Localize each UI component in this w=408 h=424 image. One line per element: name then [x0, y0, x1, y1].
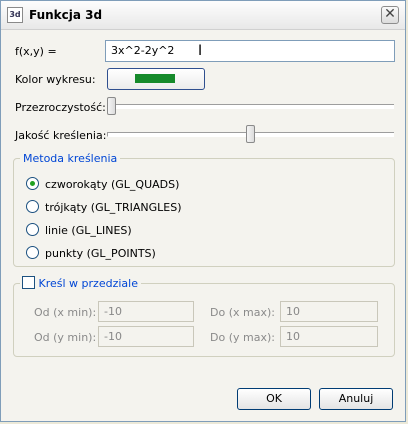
method-group-title: Metoda kreślenia — [20, 152, 121, 165]
function-label: f(x,y) = — [15, 45, 57, 58]
transparency-track[interactable] — [107, 104, 394, 109]
radio-points-label[interactable]: punkty (GL_POINTS) — [45, 247, 156, 260]
radio-points[interactable] — [26, 246, 39, 259]
range-checkbox[interactable] — [22, 276, 35, 289]
y-min-label: Od (y min): — [34, 331, 97, 344]
y-min-input[interactable]: -10 — [98, 326, 194, 347]
y-max-input[interactable]: 10 — [280, 326, 378, 347]
ok-button[interactable]: OK — [237, 388, 311, 410]
range-checkbox-label[interactable]: Kreśl w przedziale — [39, 277, 138, 290]
dialog-window: 3d Funkcja 3d ✕ f(x,y) = 3x^2-2y^2 I Kol… — [0, 0, 406, 422]
color-swatch — [135, 74, 175, 83]
radio-triangles[interactable] — [26, 200, 39, 213]
y-max-label: Do (y max): — [210, 331, 275, 344]
title-bar[interactable]: 3d Funkcja 3d ✕ — [1, 1, 405, 30]
radio-quads[interactable] — [26, 177, 39, 190]
radio-lines-label[interactable]: linie (GL_LINES) — [45, 224, 132, 237]
cancel-button[interactable]: Anuluj — [319, 388, 393, 410]
window-title: Funkcja 3d — [29, 8, 103, 22]
transparency-label: Przezroczystość: — [15, 101, 106, 114]
radio-triangles-label[interactable]: trójkąty (GL_TRIANGLES) — [45, 201, 182, 214]
x-min-input[interactable]: -10 — [98, 301, 194, 322]
range-group-title[interactable]: Kreśl w przedziale — [20, 276, 141, 290]
x-max-input[interactable]: 10 — [280, 301, 378, 322]
x-min-label: Od (x min): — [34, 306, 97, 319]
x-max-label: Do (x max): — [210, 306, 275, 319]
radio-quads-label[interactable]: czworokąty (GL_QUADS) — [45, 178, 179, 191]
function-input[interactable]: 3x^2-2y^2 — [105, 40, 395, 62]
quality-label: Jakość kreślenia: — [15, 129, 107, 142]
text-cursor-icon: I — [198, 43, 203, 59]
radio-lines[interactable] — [26, 223, 39, 236]
color-label: Kolor wykresu: — [15, 73, 96, 86]
close-icon: ✕ — [384, 6, 396, 22]
quality-slider-thumb[interactable] — [245, 125, 255, 143]
app-icon: 3d — [7, 7, 23, 23]
close-button[interactable]: ✕ — [381, 6, 399, 24]
color-picker-button[interactable] — [107, 68, 205, 90]
transparency-slider-thumb[interactable] — [107, 97, 116, 115]
